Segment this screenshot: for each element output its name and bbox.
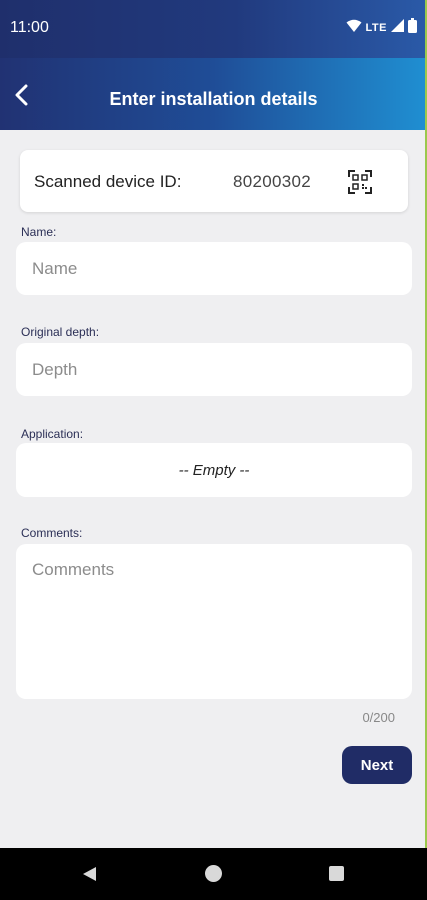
navigation-bar [0,848,427,900]
nav-back-icon[interactable] [82,866,97,887]
scanned-device-label: Scanned device ID: [34,172,182,191]
qr-scan-icon [348,170,372,198]
page-title: Enter installation details [109,89,318,109]
nav-home-icon[interactable] [205,865,222,882]
depth-input[interactable] [16,343,412,396]
scanned-device-card: Scanned device ID: 80200302 [20,150,408,212]
name-label: Name: [21,225,57,239]
signal-icon [391,19,404,37]
status-bar: 11:00 LTE [0,0,427,58]
name-input[interactable] [16,242,412,295]
app-bar: Enter installation details [0,58,427,130]
nav-recents-icon[interactable] [329,866,344,881]
comments-textarea[interactable] [16,544,412,699]
comments-char-counter: 0/200 [362,710,395,725]
next-button[interactable]: Next [342,746,412,784]
status-icons: LTE [346,18,417,38]
application-select[interactable]: -- Empty -- [16,443,412,497]
network-type-label: LTE [365,22,387,34]
scanned-device-value: 80200302 [233,172,312,191]
original-depth-label: Original depth: [21,325,100,339]
wifi-icon [346,19,362,38]
battery-icon [408,18,417,38]
application-label: Application: [21,427,84,441]
application-selected-value: -- Empty -- [178,461,250,479]
comments-label: Comments: [21,526,83,540]
qr-scan-button[interactable] [348,170,372,194]
status-time: 11:00 [10,19,49,36]
